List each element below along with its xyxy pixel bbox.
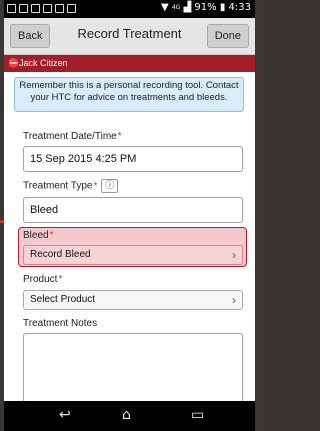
app-area: Back Record Treatment Done ⛔ Jack Citize… (4, 18, 255, 403)
notice-box: Remember this is a personal recording to… (14, 77, 244, 112)
chevron-right-icon: › (232, 293, 236, 307)
notification-icon (19, 4, 28, 13)
status-bar: ▼ 4G ▟ 91% ▮ 4:33 (4, 0, 255, 18)
info-icon[interactable]: ⓘ (101, 179, 119, 193)
toolbar: Back Record Treatment Done (4, 18, 255, 55)
required-mark: * (117, 131, 122, 142)
image-icon (31, 4, 40, 13)
signal-icon: ▟ (183, 2, 192, 13)
wifi-icon: ▼ (160, 2, 169, 13)
select-product-button[interactable]: Select Product › (23, 290, 243, 310)
user-icon: ⛔ (8, 58, 20, 68)
notes-textarea[interactable] (23, 333, 243, 403)
mail-icon (43, 4, 52, 13)
required-mark: * (93, 180, 98, 192)
nav-bar: ↩ ⌂ ▭ (4, 401, 255, 431)
product-label-text: Product (23, 274, 58, 285)
battery-percent: 91% (194, 2, 217, 13)
user-bar: ⛔ Jack Citizen (4, 55, 255, 72)
record-bleed-button[interactable]: Record Bleed › (23, 245, 243, 265)
date-label: Treatment Date/Time* (23, 131, 122, 142)
required-mark: * (58, 274, 63, 285)
home-icon[interactable]: ⌂ (122, 407, 131, 423)
clock: 4:33 (228, 2, 251, 13)
battery-icon: ▮ (219, 2, 226, 13)
bleed-label: Bleed* (23, 230, 53, 241)
bleed-highlight: Bleed* Record Bleed › (18, 227, 247, 267)
type-label-text: Treatment Type (23, 180, 93, 192)
required-mark: * (49, 230, 54, 241)
record-bleed-label: Record Bleed (30, 249, 91, 260)
calendar-icon (55, 4, 64, 13)
facebook-icon (7, 4, 16, 13)
back-icon[interactable]: ↩ (59, 407, 71, 423)
recent-apps-icon[interactable]: ▭ (191, 407, 204, 423)
status-right: ▼ 4G ▟ 91% ▮ 4:33 (161, 2, 251, 14)
app-icon (67, 4, 76, 13)
bleed-label-text: Bleed (23, 230, 49, 241)
date-label-text: Treatment Date/Time (23, 131, 117, 142)
phone-frame: ▼ 4G ▟ 91% ▮ 4:33 Back Record Treatment … (0, 0, 259, 431)
done-button[interactable]: Done (206, 24, 249, 48)
user-name: Jack Citizen (19, 58, 68, 68)
select-product-label: Select Product (30, 294, 96, 305)
device-screen: ▼ 4G ▟ 91% ▮ 4:33 Back Record Treatment … (4, 0, 255, 431)
type-label: Treatment Type* ⓘ (23, 179, 119, 193)
date-field[interactable]: 15 Sep 2015 4:25 PM (23, 146, 243, 172)
network-indicator: 4G (171, 4, 181, 11)
type-field[interactable]: Bleed (23, 197, 243, 223)
product-label: Product* (23, 274, 62, 285)
chevron-right-icon: › (232, 248, 236, 262)
notes-label: Treatment Notes (23, 318, 98, 329)
